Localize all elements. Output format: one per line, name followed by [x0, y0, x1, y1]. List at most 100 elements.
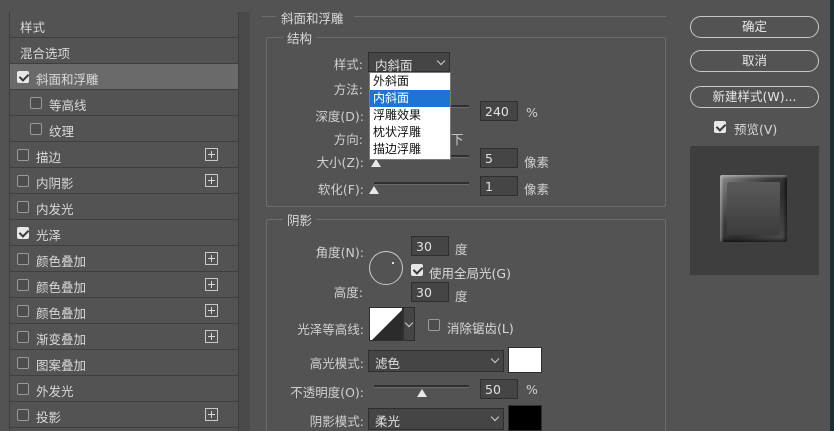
altitude-unit: 度	[455, 289, 468, 304]
style-list-label: 内阴影	[36, 176, 74, 191]
style-list-item[interactable]: 内发光	[10, 194, 250, 220]
direction-label: 方向:	[333, 132, 363, 147]
style-list-checkbox[interactable]	[17, 253, 29, 265]
shadow-mode-value: 柔光	[375, 414, 401, 429]
antialias-checkbox[interactable]	[428, 319, 440, 331]
style-list-label: 投影	[36, 410, 62, 425]
gloss-contour-picker[interactable]	[369, 307, 403, 341]
preview-checkbox[interactable]	[714, 121, 726, 133]
style-list-item[interactable]: 光泽	[10, 220, 250, 246]
soften-label: 软化(F):	[317, 182, 364, 197]
altitude-label: 高度:	[333, 285, 363, 300]
direction-option-partial[interactable]: 下	[451, 129, 464, 148]
style-list-label: 颜色叠加	[36, 254, 87, 269]
style-list-item[interactable]: 描边	[10, 142, 250, 168]
opacity-slider[interactable]	[374, 385, 469, 388]
opacity-unit: %	[526, 382, 538, 397]
style-list-panel: 样式 混合选项 斜面和浮雕 等高线 纹理 描边 内阴影 内发光 光泽 颜色叠加 颜色叠加 颜色叠加 渐变…	[9, 12, 250, 431]
style-list-item[interactable]: 等高线	[10, 90, 250, 116]
style-list-checkbox[interactable]	[17, 227, 29, 239]
ok-button[interactable]: 确定	[690, 16, 819, 38]
add-instance-icon[interactable]	[205, 408, 218, 421]
size-input[interactable]: 5	[480, 148, 518, 168]
style-list-item[interactable]: 斜面和浮雕	[10, 64, 250, 90]
style-list-label: 纹理	[49, 124, 75, 139]
style-list-checkbox[interactable]	[30, 97, 42, 109]
style-list-item[interactable]: 纹理	[10, 116, 250, 142]
highlight-mode-select[interactable]: 滤色	[368, 350, 504, 372]
gloss-contour-label: 光泽等高线:	[297, 322, 364, 337]
add-instance-icon[interactable]	[205, 304, 218, 317]
style-list-item[interactable]: 渐变叠加	[10, 324, 250, 350]
style-list-item[interactable]: 颜色叠加	[10, 246, 250, 272]
style-list-checkbox[interactable]	[17, 331, 29, 343]
style-list-label: 等高线	[49, 98, 87, 113]
altitude-input[interactable]: 30	[411, 282, 449, 302]
style-label: 样式:	[333, 57, 363, 72]
soften-slider-thumb[interactable]	[369, 186, 379, 194]
new-style-button[interactable]: 新建样式(W)...	[690, 86, 819, 108]
style-list-checkbox[interactable]	[17, 201, 29, 213]
section-divider	[354, 16, 666, 17]
angle-dial[interactable]	[369, 251, 403, 285]
style-list-label: 混合选项	[20, 46, 71, 61]
style-list-checkbox[interactable]	[17, 409, 29, 421]
style-list-checkbox[interactable]	[17, 71, 29, 83]
style-list-checkbox[interactable]	[17, 279, 29, 291]
structure-group-title: 结构	[283, 28, 317, 47]
add-instance-icon[interactable]	[205, 174, 218, 187]
style-list-item[interactable]: 混合选项	[10, 38, 250, 64]
style-list-item[interactable]: 外发光	[10, 376, 250, 402]
add-instance-icon[interactable]	[205, 252, 218, 265]
style-dropdown-option[interactable]: 枕状浮雕	[370, 124, 450, 141]
style-dropdown-option[interactable]: 描边浮雕	[370, 141, 450, 158]
add-instance-icon[interactable]	[205, 330, 218, 343]
opacity-input[interactable]: 50	[480, 379, 518, 399]
style-list-checkbox[interactable]	[17, 305, 29, 317]
style-dropdown-list: 外斜面 内斜面 浮雕效果 枕状浮雕 描边浮雕	[369, 72, 451, 160]
preview-thumbnail-inner	[727, 182, 780, 235]
style-list-item[interactable]: 样式	[10, 12, 250, 38]
style-list-item[interactable]: 颜色叠加	[10, 298, 250, 324]
chevron-down-icon	[404, 318, 414, 328]
add-instance-icon[interactable]	[205, 278, 218, 291]
soften-input[interactable]: 1	[480, 176, 518, 196]
style-list-checkbox[interactable]	[17, 149, 29, 161]
style-list-checkbox[interactable]	[17, 357, 29, 369]
opacity-slider-thumb[interactable]	[416, 389, 427, 397]
highlight-mode-value: 滤色	[375, 356, 401, 371]
shadow-mode-select[interactable]: 柔光	[368, 408, 504, 430]
style-list-label: 颜色叠加	[36, 280, 87, 295]
style-list-checkbox[interactable]	[17, 175, 29, 187]
style-select[interactable]: 内斜面	[368, 52, 450, 73]
cancel-button[interactable]: 取消	[690, 50, 819, 72]
style-dropdown-option[interactable]: 外斜面	[370, 73, 450, 90]
style-list-label: 图案叠加	[36, 358, 87, 373]
style-list-item[interactable]: 颜色叠加	[10, 272, 250, 298]
style-list-scrollbar[interactable]	[238, 12, 250, 431]
gloss-contour-dropdown[interactable]	[403, 307, 415, 341]
contour-preview-icon	[372, 310, 402, 340]
soften-slider[interactable]	[374, 182, 469, 185]
style-dropdown-option[interactable]: 浮雕效果	[370, 107, 450, 124]
size-slider-thumb[interactable]	[370, 159, 381, 167]
depth-input[interactable]: 240	[480, 101, 518, 121]
add-instance-icon[interactable]	[205, 148, 218, 161]
method-label: 方法:	[333, 82, 363, 97]
angle-input[interactable]: 30	[411, 236, 449, 256]
style-list-label: 内发光	[36, 202, 74, 217]
shadow-mode-label: 阴影模式:	[309, 414, 364, 429]
shadow-color-swatch[interactable]	[508, 405, 542, 431]
style-list-item[interactable]: 内阴影	[10, 168, 250, 194]
highlight-color-swatch[interactable]	[508, 347, 542, 373]
chevron-down-icon	[490, 412, 500, 422]
soften-unit: 像素	[524, 182, 550, 197]
style-list-checkbox[interactable]	[17, 383, 29, 395]
style-dropdown-option[interactable]: 内斜面	[370, 90, 450, 107]
chevron-down-icon	[436, 56, 446, 66]
style-list-item[interactable]: 图案叠加	[10, 350, 250, 376]
global-light-checkbox[interactable]	[411, 264, 423, 276]
preview-label: 预览(V)	[734, 122, 778, 137]
style-list-checkbox[interactable]	[30, 123, 42, 135]
style-list-item[interactable]: 投影	[10, 402, 250, 428]
